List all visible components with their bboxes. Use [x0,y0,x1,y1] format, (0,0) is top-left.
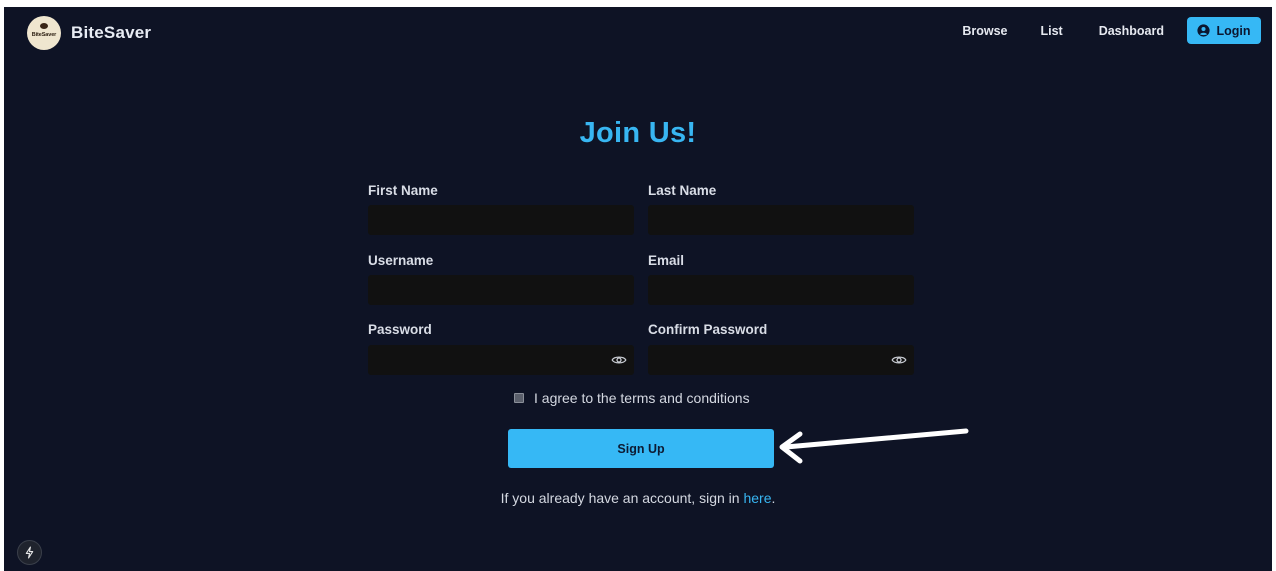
sign-up-label: Sign Up [617,441,665,456]
bolt-icon [25,546,34,559]
nav-dashboard[interactable]: Dashboard [1099,24,1164,38]
user-circle-icon [1197,24,1211,37]
nav-browse[interactable]: Browse [962,24,1007,38]
logo-mark [40,23,48,29]
confirm-password-field[interactable] [648,345,914,375]
email-field[interactable] [648,275,914,305]
first-name-label: First Name [368,183,438,198]
first-name-field[interactable] [368,205,634,235]
sign-up-button[interactable]: Sign Up [508,429,774,468]
logo-text: BiteSaver [31,31,57,38]
username-label: Username [368,253,434,268]
top-nav: Browse List Dashboard Login [962,17,1261,44]
last-name-field[interactable] [648,205,914,235]
logo: BiteSaver [27,16,61,50]
quick-action-button[interactable] [17,540,42,565]
username-field[interactable] [368,275,634,305]
password-field[interactable] [368,345,634,375]
nav-list[interactable]: List [1040,24,1062,38]
confirm-password-label: Confirm Password [648,322,768,337]
sign-in-prompt: If you already have an account, sign in … [4,490,1272,506]
sign-in-prefix: If you already have an account, sign in [500,490,744,506]
terms-checkbox[interactable] [514,393,524,403]
password-label: Password [368,322,432,337]
eye-icon[interactable] [891,352,907,368]
login-label: Login [1216,23,1251,38]
login-button[interactable]: Login [1187,17,1261,44]
eye-icon[interactable] [611,352,627,368]
sign-in-link[interactable]: here [743,490,771,506]
sign-in-suffix: . [771,490,776,506]
terms-label[interactable]: I agree to the terms and conditions [534,390,750,406]
brand-name: BiteSaver [71,23,152,42]
last-name-label: Last Name [648,183,717,198]
email-label: Email [648,253,685,268]
page-title: Join Us! [579,117,697,149]
arrow-icon [779,428,969,464]
app-window: BiteSaver BiteSaver Browse List Dashboar… [4,7,1272,571]
brand[interactable]: BiteSaver BiteSaver [27,16,151,50]
terms-row: I agree to the terms and conditions [514,390,750,406]
